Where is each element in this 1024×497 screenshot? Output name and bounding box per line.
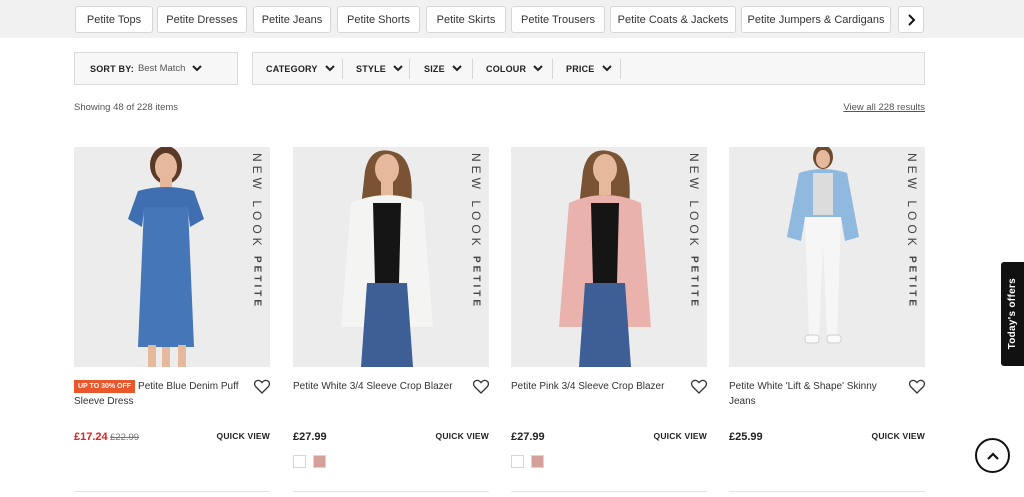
model-photo [559, 150, 651, 367]
product-title-block[interactable]: UP TO 30% OFF Petite Blue Denim Puff Slee… [74, 379, 244, 409]
filter-size[interactable]: SIZE [424, 53, 462, 84]
brand-new-look: NEW LOOK [905, 153, 919, 250]
product-price: £27.99 [511, 431, 545, 443]
colour-swatch-white[interactable] [293, 455, 306, 468]
chevron-up-icon [986, 451, 999, 460]
card-divider [511, 491, 707, 492]
card-divider [74, 491, 270, 492]
filter-price-label: PRICE [566, 63, 595, 74]
filter-divider [472, 59, 473, 79]
chip-petite-jeans[interactable]: Petite Jeans [253, 6, 331, 33]
view-all-results-link[interactable]: View all 228 results [843, 102, 925, 113]
product-card[interactable]: NEW LOOK PETITE UP TO 30% OFF Petite Blue… [74, 147, 270, 497]
chip-scroll-next-button[interactable] [898, 6, 924, 33]
colour-swatch-pink[interactable] [531, 455, 544, 468]
product-image[interactable]: NEW LOOK PETITE [74, 147, 270, 367]
filter-style-label: STYLE [356, 63, 387, 74]
brand-mark: NEW LOOK PETITE [685, 153, 703, 328]
product-card[interactable]: NEW LOOK PETITE Petite White 3/4 Sleeve … [293, 147, 489, 497]
model-photo [787, 147, 859, 344]
filter-category-label: CATEGORY [266, 63, 318, 74]
chip-petite-dresses[interactable]: Petite Dresses [157, 6, 247, 33]
chevron-down-icon [393, 65, 403, 72]
sort-dropdown[interactable]: SORT BY: Best Match [74, 52, 238, 85]
chip-petite-tops[interactable]: Petite Tops [75, 6, 153, 33]
product-card[interactable]: NEW LOOK PETITE Petite White 'Lift & Sha… [729, 147, 925, 497]
product-image[interactable]: NEW LOOK PETITE [293, 147, 489, 367]
chip-petite-jumpers-cardigans[interactable]: Petite Jumpers & Cardigans [741, 6, 891, 33]
todays-offers-tab[interactable]: Today's offers [1001, 262, 1024, 366]
brand-mark: NEW LOOK PETITE [248, 153, 266, 328]
product-card[interactable]: NEW LOOK PETITE Petite Pink 3/4 Sleeve C… [511, 147, 707, 497]
product-price: £25.99 [729, 431, 763, 443]
filter-divider [342, 59, 343, 79]
brand-new-look: NEW LOOK [250, 153, 264, 250]
offer-badge: UP TO 30% OFF [74, 380, 136, 393]
filter-divider [552, 59, 553, 79]
chip-petite-shorts[interactable]: Petite Shorts [337, 6, 420, 33]
brand-mark: NEW LOOK PETITE [903, 153, 921, 328]
heart-icon[interactable] [473, 379, 489, 394]
quick-view-button[interactable]: QUICK VIEW [654, 431, 707, 441]
model-photo [341, 150, 433, 367]
quick-view-button[interactable]: QUICK VIEW [217, 431, 270, 441]
results-count: Showing 48 of 228 items [74, 102, 179, 113]
chip-petite-trousers[interactable]: Petite Trousers [511, 6, 605, 33]
product-price: £17.24 [74, 431, 108, 443]
brand-petite: PETITE [470, 255, 482, 309]
product-image[interactable]: NEW LOOK PETITE [511, 147, 707, 367]
brand-petite: PETITE [906, 255, 918, 309]
product-price: £27.99 [293, 431, 327, 443]
todays-offers-label: Today's offers [1007, 278, 1018, 350]
colour-swatch-pink[interactable] [313, 455, 326, 468]
filter-price[interactable]: PRICE [566, 53, 612, 84]
product-old-price: £22.99 [110, 432, 140, 443]
filter-bar: CATEGORY STYLE SIZE COLOUR PRICE [252, 52, 925, 85]
chip-petite-coats-jackets[interactable]: Petite Coats & Jackets [610, 6, 736, 33]
chip-petite-skirts[interactable]: Petite Skirts [426, 6, 506, 33]
product-title[interactable]: Petite Pink 3/4 Sleeve Crop Blazer [511, 379, 681, 394]
filter-category[interactable]: CATEGORY [266, 53, 335, 84]
category-chip-bar: Petite Tops Petite Dresses Petite Jeans … [0, 0, 1024, 38]
card-divider [729, 491, 925, 492]
heart-icon[interactable] [691, 379, 707, 394]
back-to-top-button[interactable] [975, 438, 1010, 473]
chevron-down-icon [452, 65, 462, 72]
card-divider [293, 491, 489, 492]
heart-icon[interactable] [909, 379, 925, 394]
filter-divider [620, 59, 621, 79]
sort-label: SORT BY: [90, 63, 134, 74]
brand-new-look: NEW LOOK [687, 153, 701, 250]
brand-petite: PETITE [251, 255, 263, 309]
chevron-down-icon [324, 65, 335, 72]
chevron-down-icon [192, 65, 203, 72]
brand-mark: NEW LOOK PETITE [467, 153, 485, 328]
chevron-right-icon [908, 13, 916, 26]
product-title[interactable]: Petite White 'Lift & Shape' Skinny Jeans [729, 379, 899, 409]
brand-petite: PETITE [688, 255, 700, 309]
filter-size-label: SIZE [424, 63, 445, 74]
quick-view-button[interactable]: QUICK VIEW [436, 431, 489, 441]
brand-new-look: NEW LOOK [469, 153, 483, 250]
filter-colour[interactable]: COLOUR [486, 53, 543, 84]
chevron-down-icon [601, 65, 612, 72]
filter-divider [409, 59, 410, 79]
quick-view-button[interactable]: QUICK VIEW [872, 431, 925, 441]
filter-colour-label: COLOUR [486, 63, 527, 74]
product-image[interactable]: NEW LOOK PETITE [729, 147, 925, 367]
chevron-down-icon [533, 65, 543, 72]
sort-value: Best Match [137, 63, 186, 74]
filter-style[interactable]: STYLE [356, 53, 403, 84]
colour-swatch-white[interactable] [511, 455, 524, 468]
heart-icon[interactable] [254, 379, 270, 394]
product-title[interactable]: Petite White 3/4 Sleeve Crop Blazer [293, 379, 463, 394]
model-photo [128, 147, 204, 367]
